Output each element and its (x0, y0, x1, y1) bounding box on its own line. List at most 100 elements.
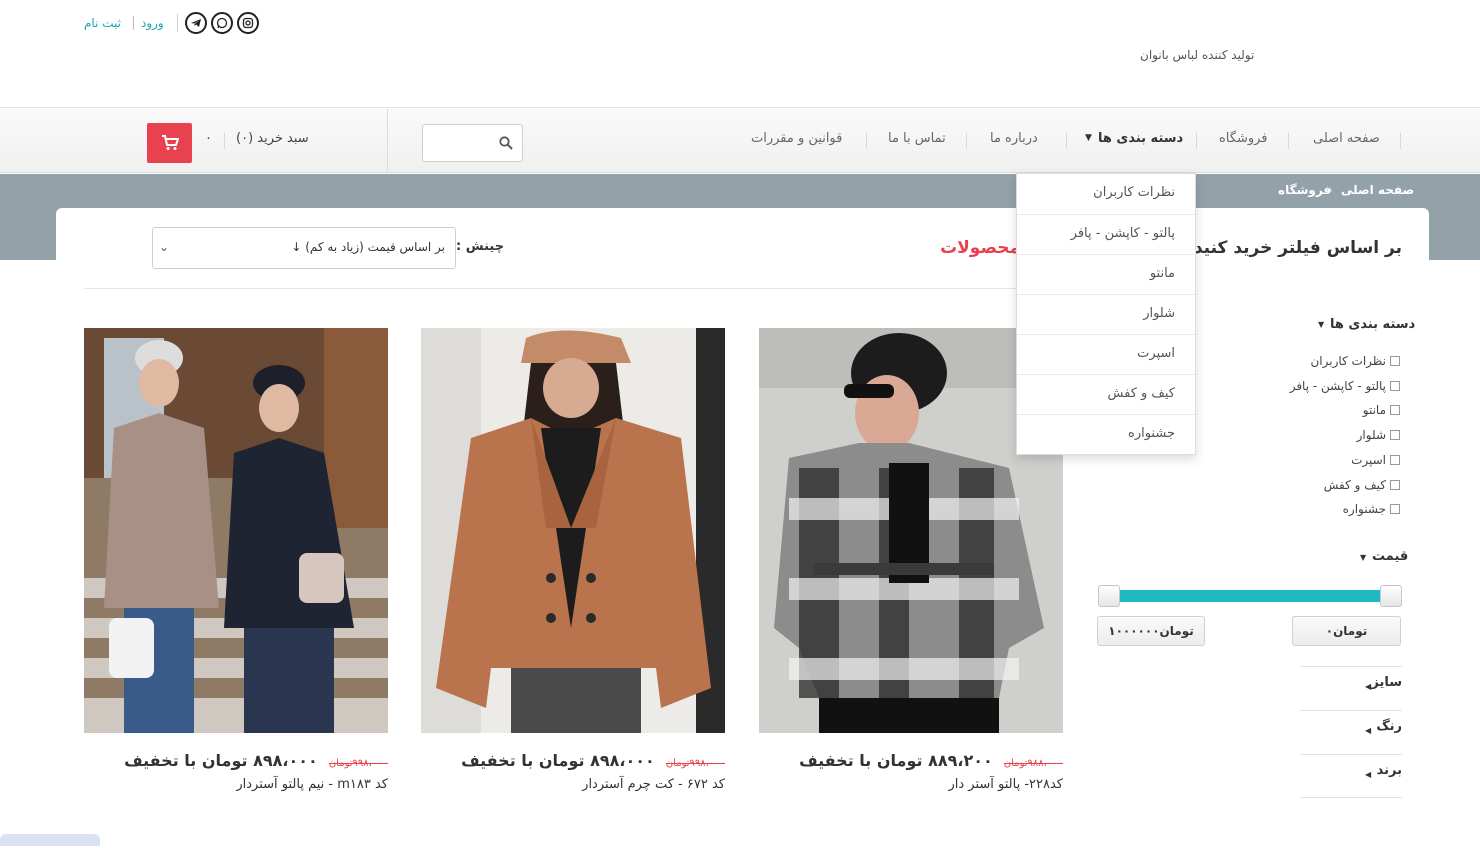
product-price: ۹۸۸،۰۰۰تومان ۸۸۹،۲۰۰ تومان با تخفیف (759, 751, 1063, 770)
dropdown-item-label: مانتو (1149, 266, 1175, 281)
cart-divider (224, 133, 225, 149)
nav-about[interactable]: درباره ما (990, 131, 1038, 146)
breadcrumb-home[interactable]: صفحه اصلی (1341, 183, 1414, 197)
product-new-price: ۸۸۹،۲۰۰ تومان با تخفیف (799, 751, 993, 770)
checkbox[interactable] (1390, 430, 1400, 440)
checkbox-label: جشنواره (1342, 502, 1386, 516)
dropdown-item-label: اسپرت (1137, 346, 1175, 361)
checkbox-label: نظرات کاربران (1310, 354, 1386, 368)
top-bar: ثبت نام ورود تولید کننده لباس بانوان (0, 0, 1480, 108)
login-link[interactable]: ورود (141, 16, 164, 30)
caret-left-icon: ◀ (1365, 682, 1372, 691)
dropdown-item-label: جشنواره (1128, 426, 1175, 441)
checkbox[interactable] (1390, 455, 1400, 465)
product-price: ۹۹۸،۰۰۰تومان ۸۹۸،۰۰۰ تومان با تخفیف (84, 751, 388, 770)
category-checkbox[interactable]: مانتو (1260, 403, 1400, 417)
size-filter-label: سایز (1371, 675, 1402, 690)
sort-select[interactable]: بر اساس قیمت (زیاد به کم) ↓ ⌄ (152, 227, 456, 269)
category-checkbox[interactable]: شلوار (1260, 428, 1400, 442)
price-slider-handle-max[interactable] (1380, 585, 1402, 607)
product-old-price: ۹۹۸،۰۰۰تومان (665, 758, 725, 769)
category-checkbox[interactable]: اسپرت (1260, 453, 1400, 467)
brand-filter-row[interactable]: برند (1300, 754, 1402, 798)
dropdown-item[interactable]: پالتو - کاپشن - پافر (1017, 215, 1197, 255)
instagram-icon[interactable] (237, 12, 259, 34)
categories-heading[interactable]: دسته بندی ها (1330, 317, 1415, 332)
caret-left-icon: ◀ (1365, 726, 1372, 735)
category-checkbox[interactable]: جشنواره (1260, 502, 1400, 516)
nav-home[interactable]: صفحه اصلی (1313, 131, 1380, 146)
cart-label[interactable]: سبد خرید (۰) (236, 131, 309, 146)
nav-divider (387, 109, 388, 173)
chevron-down-icon: ⌄ (159, 240, 170, 254)
nav-separator (1288, 133, 1289, 149)
category-checkbox[interactable]: نظرات کاربران (1260, 354, 1400, 368)
nav-contact[interactable]: تماس با ما (888, 131, 946, 146)
sort-label: چینش : (456, 239, 505, 254)
search-icon[interactable] (499, 136, 513, 150)
checkbox[interactable] (1390, 504, 1400, 514)
price-slider-handle-min[interactable] (1098, 585, 1120, 607)
nav-separator (1400, 133, 1401, 149)
product-price: ۹۹۸،۰۰۰تومان ۸۹۸،۰۰۰ تومان با تخفیف (421, 751, 725, 770)
checkbox-label: کیف و کفش (1323, 478, 1386, 492)
nav-separator (1196, 133, 1197, 149)
main-nav: صفحه اصلی فروشگاه دسته بندی ها ▼ درباره … (0, 109, 1480, 173)
sort-value: بر اساس قیمت (زیاد به کم) ↓ (291, 240, 445, 254)
checkbox-label: پالتو - کاپشن - پافر (1289, 379, 1386, 393)
auth-divider (133, 16, 134, 30)
dropdown-item[interactable]: کیف و کفش (1017, 375, 1197, 415)
caret-down-icon: ▼ (1318, 320, 1325, 329)
color-filter-row[interactable]: رنگ (1300, 710, 1402, 754)
product-name[interactable]: کد ۶۷۲ - کت چرم آستردار (421, 777, 725, 792)
cart-icon (161, 135, 179, 150)
nav-separator (1066, 133, 1067, 149)
product-image[interactable] (421, 328, 725, 733)
price-min: تومان۰ (1292, 616, 1401, 646)
search-input[interactable] (422, 124, 523, 162)
product-image[interactable] (84, 328, 388, 733)
checkbox-label: شلوار (1356, 428, 1386, 442)
price-heading[interactable]: قیمت (1372, 549, 1408, 564)
product-old-price: ۹۸۸،۰۰۰تومان (1003, 758, 1063, 769)
checkbox[interactable] (1390, 381, 1400, 391)
telegram-icon[interactable] (185, 12, 207, 34)
checkbox[interactable] (1390, 356, 1400, 366)
product-new-price: ۸۹۸،۰۰۰ تومان با تخفیف (461, 751, 655, 770)
product-name[interactable]: کد۲۲۸- پالتو آستر دار (759, 777, 1063, 792)
whatsapp-icon[interactable] (211, 12, 233, 34)
caret-left-icon: ◀ (1365, 770, 1372, 779)
product-name[interactable]: کد m۱۸۳ - نیم پالتو آستردار (84, 777, 388, 792)
social-divider (177, 14, 178, 32)
checkbox[interactable] (1390, 480, 1400, 490)
nav-separator (966, 133, 967, 149)
nav-terms[interactable]: قوانین و مقررات (751, 131, 842, 146)
checkbox[interactable] (1390, 405, 1400, 415)
dropdown-item-label: شلوار (1143, 306, 1175, 321)
sort-divider (84, 288, 1094, 289)
dropdown-item[interactable]: اسپرت (1017, 335, 1197, 375)
nav-shop[interactable]: فروشگاه (1219, 131, 1268, 146)
category-checkbox[interactable]: کیف و کفش (1260, 478, 1400, 492)
dropdown-item-label: کیف و کفش (1107, 386, 1175, 401)
product-new-price: ۸۹۸،۰۰۰ تومان با تخفیف (124, 751, 318, 770)
brand-filter-label: برند (1376, 763, 1402, 778)
cart-button[interactable] (147, 123, 192, 163)
nav-categories[interactable]: دسته بندی ها (1098, 131, 1183, 146)
size-filter-row[interactable]: سایز (1300, 666, 1402, 710)
nav-separator (866, 133, 867, 149)
price-slider-track[interactable] (1108, 590, 1390, 602)
site-tagline: تولید کننده لباس بانوان (1140, 48, 1255, 62)
price-max: تومان۱۰۰۰۰۰۰ (1097, 616, 1205, 646)
dropdown-item[interactable]: مانتو (1017, 255, 1197, 295)
dropdown-item[interactable]: جشنواره (1017, 415, 1197, 455)
dropdown-item[interactable]: نظرات کاربران (1017, 174, 1197, 215)
cart-total: ۰ (205, 131, 212, 146)
category-checkbox[interactable]: پالتو - کاپشن - پافر (1260, 379, 1400, 393)
chat-widget[interactable] (0, 834, 100, 846)
dropdown-item[interactable]: شلوار (1017, 295, 1197, 335)
register-link[interactable]: ثبت نام (84, 16, 121, 30)
product-old-price: ۹۹۸،۰۰۰تومان (328, 758, 388, 769)
color-filter-label: رنگ (1376, 719, 1402, 734)
products-title: محصولات (940, 238, 1020, 258)
